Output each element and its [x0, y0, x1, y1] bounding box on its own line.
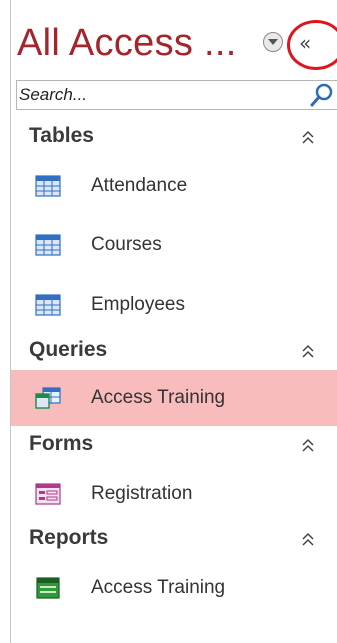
nav-item-registration[interactable]: Registration [11, 474, 337, 514]
table-icon [35, 234, 61, 256]
nav-pane-title[interactable]: All Access ... [17, 22, 237, 65]
form-icon [35, 483, 61, 505]
report-icon [36, 577, 60, 599]
collapse-group-chevron-icon[interactable] [301, 438, 315, 454]
nav-item-label: Access Training [91, 387, 226, 408]
nav-pane-titlebar: All Access ... « [11, 18, 337, 74]
shutter-bar-collapse-button[interactable]: « [287, 24, 327, 62]
nav-item-label: Employees [91, 294, 185, 315]
nav-item-label: Courses [91, 234, 162, 255]
group-label: Forms [29, 432, 94, 455]
group-label: Tables [29, 124, 94, 147]
double-chevron-left-icon: « [299, 31, 312, 55]
collapse-group-chevron-icon[interactable] [301, 344, 315, 360]
group-header-reports[interactable]: Reports [11, 522, 337, 558]
search-box [16, 80, 337, 110]
group-header-forms[interactable]: Forms [11, 428, 337, 464]
nav-item-label: Access Training [91, 577, 226, 598]
nav-item-access-training-report[interactable]: Access Training [11, 568, 337, 608]
group-label: Reports [29, 526, 109, 549]
table-icon [35, 294, 61, 316]
nav-item-label: Attendance [91, 175, 188, 196]
nav-item-label: Registration [91, 483, 193, 504]
query-icon [35, 387, 61, 409]
nav-pane-menu-dropdown-icon[interactable] [263, 32, 283, 52]
collapse-group-chevron-icon[interactable] [301, 532, 315, 548]
nav-item-employees[interactable]: Employees [11, 285, 337, 325]
search-icon[interactable] [309, 82, 335, 108]
table-icon [35, 175, 61, 197]
collapse-group-chevron-icon[interactable] [301, 130, 315, 146]
nav-item-access-training-query[interactable]: Access Training [11, 370, 337, 426]
group-header-tables[interactable]: Tables [11, 120, 337, 156]
group-header-queries[interactable]: Queries [11, 334, 337, 370]
nav-item-attendance[interactable]: Attendance [11, 166, 337, 206]
group-label: Queries [29, 338, 108, 361]
nav-item-courses[interactable]: Courses [11, 225, 337, 265]
search-input[interactable] [19, 83, 299, 107]
navigation-pane: All Access ... « Tables Attendance [10, 0, 337, 643]
